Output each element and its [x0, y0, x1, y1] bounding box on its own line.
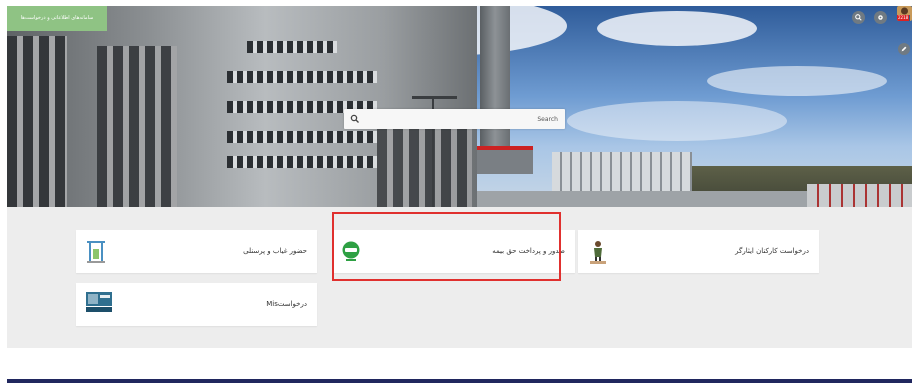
search-icon — [350, 114, 359, 123]
user-avatar[interactable]: 2218 — [897, 6, 912, 21]
settings-button[interactable] — [874, 11, 887, 24]
pencil-icon — [901, 46, 907, 52]
top-menu-bar[interactable]: سامانه‌های اطلاعاتی و درخواست‌ها — [7, 6, 107, 31]
search-input[interactable] — [364, 109, 558, 129]
card-veteran-requests[interactable]: درخواست کارکنان ایثارگر — [578, 230, 819, 273]
card-mis-request[interactable]: درخواستMis — [76, 283, 317, 326]
card-label: درخواستMis — [266, 300, 307, 308]
footer-bar — [7, 379, 912, 383]
veteran-icon — [590, 241, 606, 264]
hero-banner — [7, 6, 912, 207]
notification-badge: 2218 — [897, 15, 910, 21]
attendance-icon — [87, 241, 105, 263]
gear-icon — [878, 15, 883, 20]
card-label: درخواست کارکنان ایثارگر — [735, 247, 809, 255]
edit-button[interactable] — [898, 43, 910, 55]
mis-icon — [86, 292, 112, 312]
selection-highlight — [332, 212, 561, 281]
top-menu-label: سامانه‌های اطلاعاتی و درخواست‌ها — [20, 15, 94, 21]
search-box[interactable] — [344, 109, 565, 129]
card-attendance[interactable]: حضور غیاب و پرسنلی — [76, 230, 317, 273]
search-button[interactable] — [852, 11, 865, 24]
search-icon — [855, 14, 862, 21]
card-label: حضور غیاب و پرسنلی — [243, 247, 307, 255]
